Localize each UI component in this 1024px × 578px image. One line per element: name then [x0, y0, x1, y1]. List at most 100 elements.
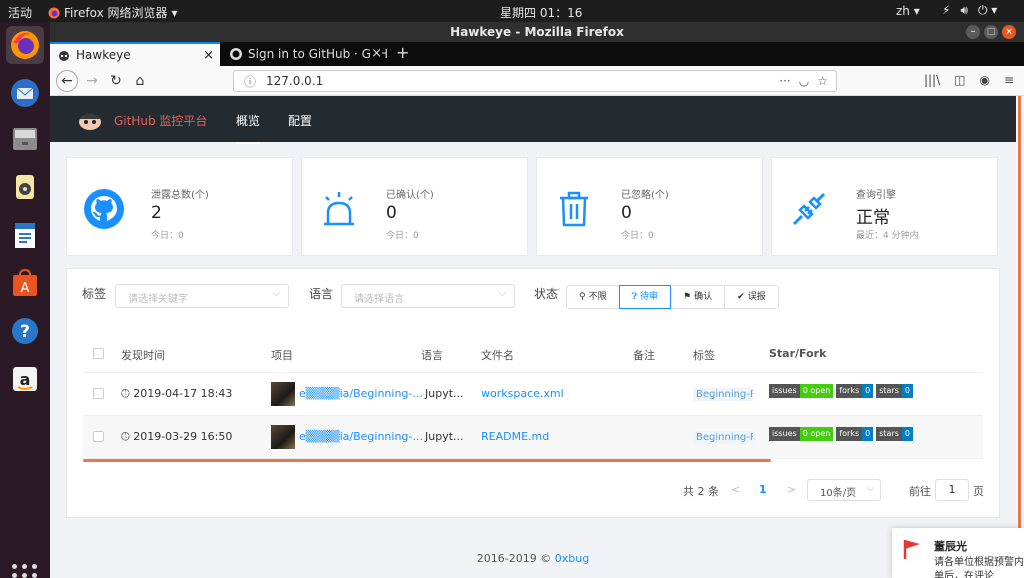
activities-button[interactable]: 活动 [8, 4, 32, 21]
nav-settings[interactable]: 配置 [288, 112, 312, 129]
files-dock-icon[interactable] [6, 120, 44, 158]
goto-page-input[interactable]: 1 [935, 479, 969, 501]
card-today: 今日：0 [621, 231, 654, 241]
row-language: Jupyt... [425, 430, 464, 443]
filename-link[interactable]: workspace.xml [481, 387, 564, 400]
page-actions-icon[interactable]: ··· [779, 74, 790, 88]
forward-button[interactable]: → [82, 71, 102, 91]
amazon-dock-icon[interactable]: a [6, 360, 44, 398]
notification-title: 董辰光 [934, 540, 967, 553]
library-icon[interactable]: |||\ [924, 73, 940, 87]
new-tab-button[interactable]: + [396, 43, 409, 62]
tab-label: Sign in to GitHub · GitHub [248, 47, 388, 61]
volume-icon: 🔊︎ [960, 3, 968, 17]
page-scrollbar[interactable] [1016, 96, 1024, 578]
tag-select[interactable]: 请选择关键字 ⌵ [115, 284, 289, 308]
tab-github-signin[interactable]: Sign in to GitHub · GitHub × [222, 42, 388, 66]
help-dock-icon[interactable]: ? [6, 312, 44, 350]
sidebar-icon[interactable]: ◫ [954, 73, 965, 87]
footer: 2016-2019 © 0xbug [50, 552, 1016, 565]
alarm-icon [324, 192, 354, 226]
software-center-dock-icon[interactable]: A [6, 264, 44, 302]
prev-page-button[interactable]: < [731, 483, 740, 496]
notification-popup[interactable]: 董辰光 请各单位根据预警内容预警单后，在评论 [892, 528, 1024, 578]
home-button[interactable]: ⌂ [130, 71, 150, 91]
card-label: 已确认(个) [386, 190, 434, 201]
project-link[interactable]: e▒▒▒▒ia/Beginning-... [299, 387, 423, 400]
th-filename: 文件名 [481, 349, 514, 362]
close-window-button[interactable]: × [1002, 25, 1016, 39]
clock-icon: 🕔︎ [121, 430, 130, 443]
tag-chip: Beginning-Pyth [693, 431, 753, 444]
system-tray[interactable]: ⚡ 🔊︎ ⏻ ▾ [942, 3, 997, 18]
reload-button[interactable]: ↻ [106, 71, 126, 91]
trash-icon [560, 191, 588, 227]
language-select[interactable]: 请选择语言 ⌵ [341, 284, 515, 308]
horizontal-scrollbar[interactable] [83, 459, 771, 462]
minimize-button[interactable]: – [966, 25, 980, 39]
th-language: 语言 [421, 349, 443, 362]
avatar[interactable] [271, 382, 295, 406]
github-favicon-icon [230, 48, 242, 60]
tab-bar: Hawkeye × Sign in to GitHub · GitHub × + [50, 42, 1024, 66]
back-button[interactable]: ← [56, 70, 78, 92]
close-tab-icon[interactable]: × [203, 48, 214, 63]
info-icon[interactable]: ⓘ [244, 73, 256, 90]
chevron-down-icon: ⌵ [272, 288, 280, 299]
page-size-select[interactable]: 10条/页 ⌵ [807, 479, 881, 501]
pocket-icon[interactable]: ◡ [799, 74, 809, 88]
url-text: 127.0.0.1 [266, 74, 324, 88]
page-content: GitHub 监控平台 概览 配置 泄露总数(个) 2 今日：0 已确认(个) … [50, 96, 1016, 578]
close-tab-icon[interactable]: × [371, 46, 382, 61]
page-suffix: 页 [973, 485, 984, 498]
chevron-down-icon: ⌵ [498, 288, 506, 299]
select-all-checkbox[interactable] [93, 348, 104, 359]
chevron-down-icon: ⌵ [866, 483, 874, 494]
navigation-toolbar: ← → ↻ ⌂ ⓘ 127.0.0.1 ··· ◡ ☆ |||\ ◫ ◉ ≡ [50, 66, 1024, 96]
maximize-button[interactable]: □ [984, 25, 998, 39]
nav-overview[interactable]: 概览 [236, 112, 261, 144]
tag-filter-label: 标签 [82, 287, 107, 301]
menu-icon[interactable]: ≡ [1004, 73, 1014, 87]
page-number-1[interactable]: 1 [759, 483, 767, 496]
clock-icon: 🕔︎ [121, 387, 130, 400]
th-time[interactable]: 发现时间 [121, 347, 165, 363]
thunderbird-dock-icon[interactable] [6, 74, 44, 112]
input-language[interactable]: zh ▾ [896, 4, 920, 18]
hawkeye-logo-icon [79, 113, 101, 130]
card-label: 查询引擎 [856, 190, 896, 201]
status-pending-button[interactable]: ❓︎ 待审 [618, 285, 672, 309]
row-checkbox[interactable] [93, 388, 104, 399]
status-radio-group: ⚲ 不限 ❓︎ 待审 ⚑ 确认 ✔ 误报 [566, 285, 779, 309]
tab-label: Hawkeye [76, 48, 131, 62]
firefox-icon [48, 7, 60, 18]
writer-dock-icon[interactable] [6, 216, 44, 254]
status-filter-label: 状态 [534, 287, 559, 301]
goto-label: 前往 [909, 485, 931, 498]
firefox-dock-icon[interactable] [6, 26, 44, 64]
footer-link[interactable]: 0xbug [555, 552, 589, 565]
check-circle-icon: ✔ [737, 292, 745, 302]
next-page-button[interactable]: > [787, 483, 796, 496]
show-applications-button[interactable] [12, 564, 38, 578]
brand-title[interactable]: GitHub 监控平台 [114, 112, 207, 129]
status-any-button[interactable]: ⚲ 不限 [566, 285, 620, 309]
rhythmbox-dock-icon[interactable] [6, 168, 44, 206]
footer-copyright: 2016-2019 © [476, 552, 552, 565]
status-confirm-button[interactable]: ⚑ 确认 [670, 285, 726, 309]
app-menu[interactable]: Firefox 网络浏览器 ▾ [48, 4, 178, 21]
stars-badge: stars 0 [876, 384, 913, 398]
url-bar[interactable]: ⓘ 127.0.0.1 ··· ◡ ☆ [233, 70, 837, 92]
row-checkbox[interactable] [93, 431, 104, 442]
th-project: 项目 [271, 349, 293, 362]
avatar[interactable] [271, 425, 295, 449]
bookmark-star-icon[interactable]: ☆ [817, 74, 828, 88]
svg-text:a: a [20, 370, 31, 389]
tab-hawkeye[interactable]: Hawkeye × [50, 42, 220, 66]
status-false-positive-button[interactable]: ✔ 误报 [724, 285, 779, 309]
search-icon: ⚲ [579, 292, 586, 302]
clock[interactable]: 星期四 01：16 [500, 4, 582, 21]
filename-link[interactable]: README.md [481, 430, 549, 443]
project-link[interactable]: e▒▒▒▒ia/Beginning-... [299, 430, 423, 443]
account-icon[interactable]: ◉ [979, 73, 989, 87]
